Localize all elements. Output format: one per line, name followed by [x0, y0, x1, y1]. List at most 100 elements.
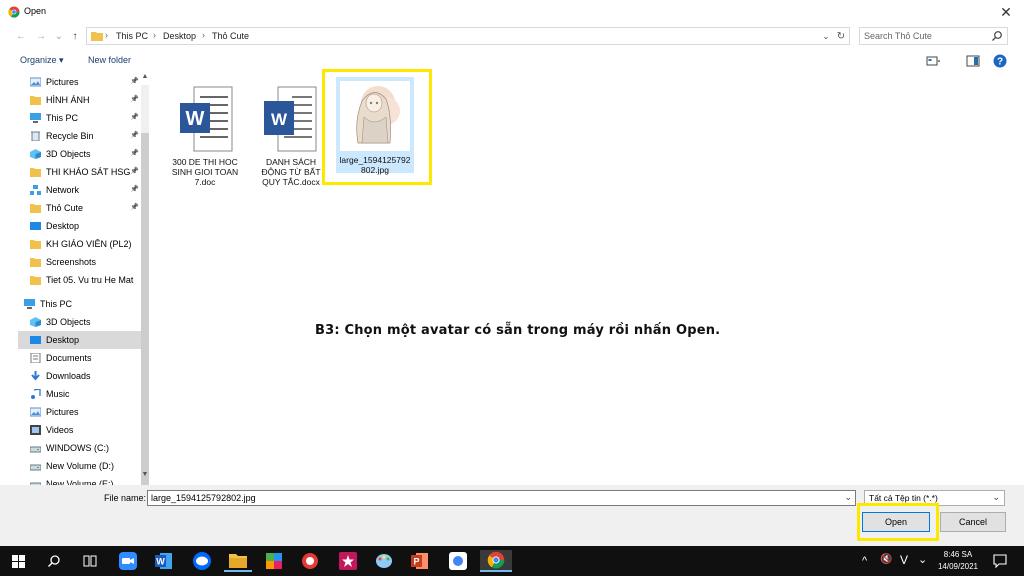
notification-icon[interactable] [990, 550, 1010, 572]
sidebar-item[interactable]: Pictures [18, 403, 142, 421]
powerpoint-icon[interactable]: P [406, 550, 434, 572]
highlight-box-file [322, 69, 432, 185]
up-button[interactable]: ↑ [68, 29, 82, 43]
sidebar-item[interactable]: Screenshots [18, 253, 142, 271]
zoom-icon[interactable] [114, 550, 142, 572]
scroll-thumb[interactable] [141, 133, 149, 511]
show-hidden-icons-icon[interactable]: ^ [862, 555, 867, 567]
zalo-icon[interactable] [188, 550, 216, 572]
sidebar-item[interactable]: New Volume (D:) [18, 457, 142, 475]
breadcrumb-this-pc[interactable]: This PC [116, 31, 148, 41]
back-button[interactable]: ← [14, 29, 28, 43]
chevron-down-icon[interactable]: ⌄ [844, 492, 852, 503]
sidebar-item-label: Tiet 05. Vu tru He Mat Tr [46, 275, 134, 285]
sidebar-scrollbar[interactable]: ▲ ▼ [140, 73, 150, 511]
file-name-label: File name: [104, 493, 147, 503]
sidebar-item[interactable]: WINDOWS (C:) [18, 439, 142, 457]
sidebar-item[interactable]: Desktop [18, 331, 142, 349]
sidebar-item[interactable]: Recycle Bin 📌 [18, 127, 142, 145]
sidebar-item[interactable]: Network 📌 [18, 181, 142, 199]
word-docx-icon: W [264, 86, 317, 152]
sidebar-item[interactable]: Desktop [18, 217, 142, 235]
sidebar-item[interactable]: Downloads [18, 367, 142, 385]
refresh-button[interactable]: ↻ [834, 29, 848, 43]
file-name-input[interactable]: large_1594125792802.jpg ⌄ [147, 490, 856, 506]
svg-text:W: W [271, 110, 288, 129]
clock-time[interactable]: 8:46 SA [932, 550, 984, 559]
sidebar-item-label: Music [46, 389, 70, 399]
paint-icon[interactable] [370, 550, 398, 572]
close-button[interactable]: ✕ [996, 3, 1016, 21]
file-item[interactable]: W DANH SÁCH ĐỘNG TỪ BẤT QUY TẮC.docx [252, 79, 330, 187]
chrome-icon[interactable] [480, 550, 512, 572]
file-name-value: large_1594125792802.jpg [151, 493, 256, 503]
chevron-down-icon[interactable]: ⌄ [918, 553, 927, 566]
search-input[interactable]: Search Thỏ Cute [864, 31, 932, 41]
sidebar-item[interactable]: Thỏ Cute 📌 [18, 199, 142, 217]
sidebar-item-label: THI KHẢO SÁT HSG [46, 167, 131, 177]
new-folder-button[interactable]: New folder [88, 55, 131, 65]
recent-locations-button[interactable]: ⌄ [52, 29, 66, 43]
svg-text:P: P [413, 557, 419, 567]
sidebar-item[interactable]: THI KHẢO SÁT HSG 📌 [18, 163, 142, 181]
network-icon [30, 185, 41, 195]
help-icon[interactable]: ? [993, 54, 1007, 68]
sidebar-item-label: HÌNH ẢNH [46, 95, 90, 105]
pin-icon: 📌 [130, 186, 139, 193]
file-item[interactable]: W 300 DE THI HOC SINH GIOI TOAN 7.doc [166, 79, 244, 187]
app-icon[interactable] [296, 550, 324, 572]
forward-button[interactable]: → [34, 29, 48, 43]
sidebar-item[interactable]: Tiet 05. Vu tru He Mat Tr [18, 271, 142, 289]
address-dropdown-button[interactable]: ⌄ [820, 29, 832, 43]
navigation-pane[interactable]: Pictures 📌 HÌNH ẢNH 📌 This PC 📌 Recycle Bin 📌 3D… [18, 73, 148, 485]
file-type-value: Tất cả Tệp tin (*.*) [869, 493, 938, 503]
preview-pane-icon[interactable] [966, 54, 980, 68]
sidebar-item-label: KH GIÁO VIÊN (PL2) [46, 239, 132, 249]
file-name-label: DANH SÁCH ĐỘNG TỪ BẤT QUY TẮC.docx [261, 157, 321, 187]
scroll-down-icon[interactable]: ▼ [140, 471, 150, 481]
sidebar-item[interactable]: This PC [18, 295, 142, 313]
sidebar-item[interactable]: New Volume (E:) [18, 475, 142, 485]
svg-text:?: ? [997, 57, 1003, 68]
breadcrumb-tho-cute[interactable]: Thỏ Cute [212, 31, 249, 41]
sidebar-item-label: 3D Objects [46, 317, 91, 327]
pin-icon: 📌 [130, 168, 139, 175]
sidebar-item-label: Pictures [46, 77, 79, 87]
chevron-down-icon[interactable]: ⌄ [992, 492, 1000, 503]
cancel-button[interactable]: Cancel [940, 512, 1006, 532]
sidebar-item[interactable]: Documents [18, 349, 142, 367]
pin-icon: 📌 [130, 78, 139, 85]
sidebar-item[interactable]: KH GIÁO VIÊN (PL2) [18, 235, 142, 253]
sidebar-item-label: New Volume (D:) [46, 461, 115, 471]
speaker-muted-icon[interactable]: 🔇 [880, 554, 892, 565]
search-box[interactable]: Search Thỏ Cute [859, 27, 1008, 45]
change-view-icon[interactable] [926, 54, 940, 68]
sidebar-item-label: Screenshots [46, 257, 97, 267]
input-method-indicator[interactable]: V [900, 553, 908, 567]
app-icon[interactable] [444, 550, 472, 572]
sidebar-item[interactable]: 3D Objects 📌 [18, 145, 142, 163]
search-icon[interactable] [40, 550, 68, 572]
task-view-icon[interactable] [76, 550, 104, 572]
word-icon[interactable]: W [150, 550, 178, 572]
sidebar-item[interactable]: Videos [18, 421, 142, 439]
sidebar-item[interactable]: Music [18, 385, 142, 403]
sidebar-item[interactable]: HÌNH ẢNH 📌 [18, 91, 142, 109]
app-icon[interactable] [260, 550, 288, 572]
sidebar-item[interactable]: 3D Objects [18, 313, 142, 331]
file-explorer-icon[interactable] [224, 550, 252, 572]
sidebar-item[interactable]: Pictures 📌 [18, 73, 142, 91]
window-title: Open [24, 6, 47, 16]
desktop-icon [30, 336, 41, 344]
app-icon[interactable] [334, 550, 362, 572]
address-bar[interactable]: › This PC › Desktop › Thỏ Cute [86, 27, 850, 45]
windows-start-icon[interactable] [4, 550, 32, 572]
sidebar-item[interactable]: This PC 📌 [18, 109, 142, 127]
scroll-up-icon[interactable]: ▲ [140, 73, 150, 83]
clock-date[interactable]: 14/09/2021 [932, 562, 984, 571]
sidebar-item-label: Documents [46, 353, 92, 363]
title-bar: Open ✕ [0, 0, 1024, 24]
3d-objects-icon [30, 317, 41, 327]
breadcrumb-desktop[interactable]: Desktop [163, 31, 196, 41]
organize-button[interactable]: Organize ▾ [20, 55, 64, 66]
